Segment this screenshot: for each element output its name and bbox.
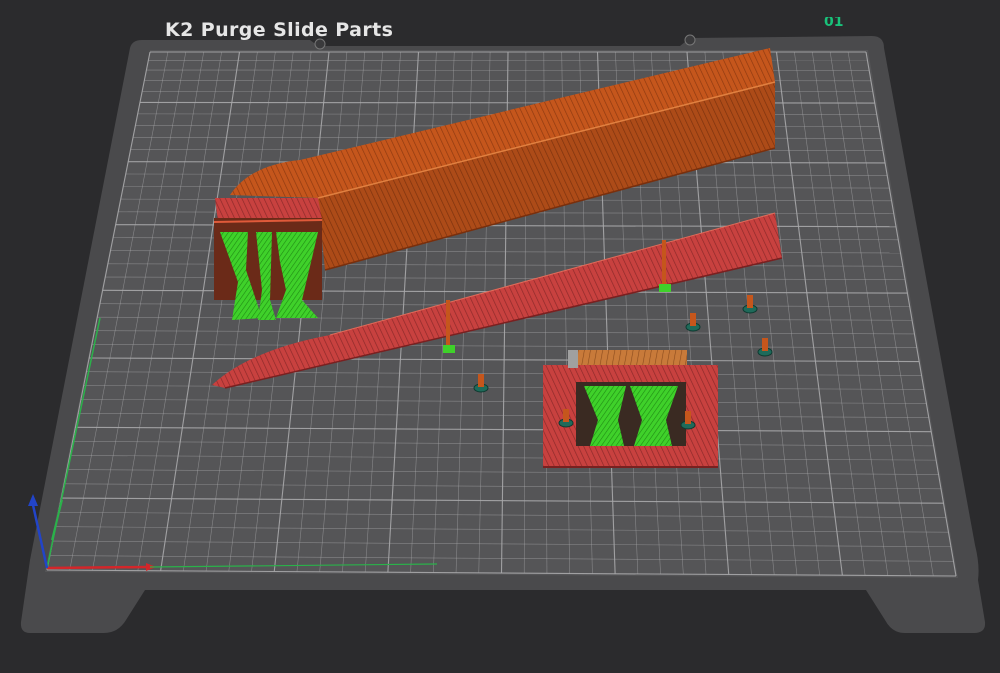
screw-pin-shaft <box>690 313 696 326</box>
screw-pin-shaft <box>478 374 484 387</box>
screw-pin-shaft <box>685 411 691 424</box>
axis-z-arrow <box>28 494 38 506</box>
screw-pin-shaft <box>762 338 768 351</box>
plate-title[interactable]: K2 Purge Slide Parts <box>165 19 393 41</box>
plate-index-label[interactable]: 01 <box>824 17 843 31</box>
screw-pin-shaft <box>747 295 753 308</box>
axis-x <box>46 565 147 570</box>
strip-post-1-support <box>443 345 455 353</box>
3d-viewport[interactable]: K2 Purge Slide Parts 01 <box>0 0 1000 673</box>
build-plate-scene[interactable] <box>0 0 1000 673</box>
frame-inner-bar <box>576 446 686 456</box>
frame-peg <box>568 350 578 368</box>
bed-notch-right <box>684 34 696 46</box>
base-frame[interactable] <box>543 350 718 468</box>
screw-pin-shaft <box>563 409 569 422</box>
strip-post-2-support <box>659 284 671 292</box>
